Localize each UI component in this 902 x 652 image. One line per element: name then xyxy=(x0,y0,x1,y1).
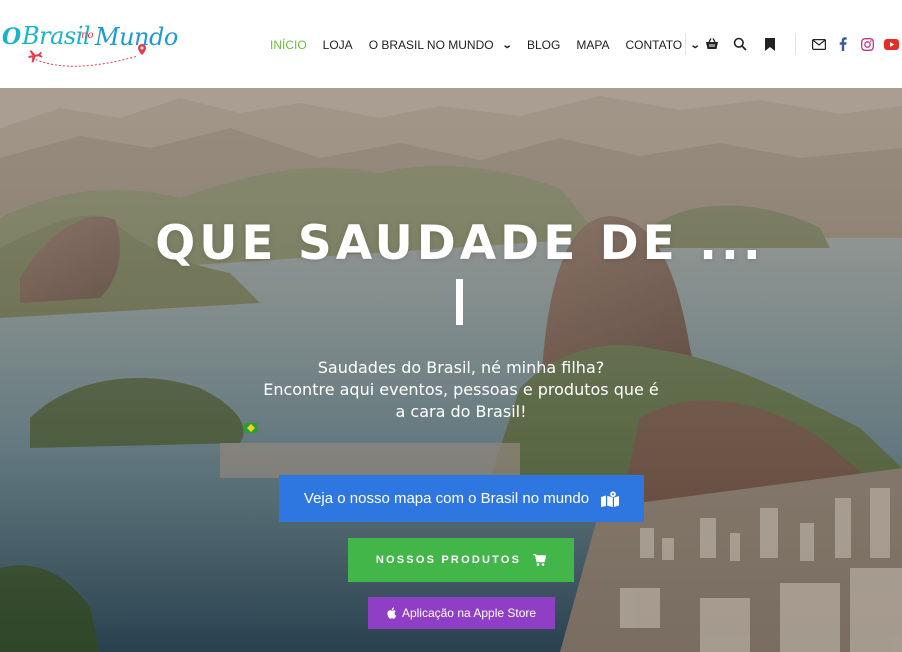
map-button-label: Veja o nosso mapa com o Brasil no mundo xyxy=(303,490,590,507)
typing-cursor xyxy=(456,279,463,325)
basket-icon[interactable] xyxy=(703,35,721,53)
logo-text-no: no xyxy=(81,30,94,41)
apple-store-button-label: Aplicação na Apple Store xyxy=(401,606,537,620)
nav-label-inicio: INÍCIO xyxy=(270,38,307,52)
logo-text-brasil: Brasil xyxy=(22,22,91,50)
nav-divider xyxy=(685,33,686,55)
hero-section: QUE SAUDADE DE ... Saudades do Brasil, n… xyxy=(0,88,902,652)
main-nav: INÍCIO LOJA O BRASIL NO MUNDO ⌄ BLOG MAPA… xyxy=(270,36,701,54)
hero-title: QUE SAUDADE DE ... xyxy=(155,216,765,271)
nav-item-inicio[interactable]: INÍCIO xyxy=(270,38,307,52)
youtube-icon[interactable] xyxy=(882,35,900,53)
products-button-label: NOSSOS PRODUTOS xyxy=(375,554,522,566)
nav-item-o-brasil-no-mundo[interactable]: O BRASIL NO MUNDO ⌄ xyxy=(368,38,513,52)
products-button[interactable]: NOSSOS PRODUTOS xyxy=(348,538,574,582)
hero-subtitle-line: Saudades do Brasil, né minha filha? xyxy=(317,358,605,377)
brazil-flag-icon xyxy=(244,423,258,433)
search-icon[interactable] xyxy=(731,35,749,53)
hero-subtitle-line-with-flag: a cara do Brasil! xyxy=(240,401,682,433)
nav-item-blog[interactable]: BLOG xyxy=(527,38,560,52)
nav-divider xyxy=(795,33,796,55)
nav-item-loja[interactable]: LOJA xyxy=(323,38,353,52)
chevron-down-icon: ⌄ xyxy=(501,39,513,51)
nav-label-contato: CONTATO xyxy=(625,38,683,52)
nav-item-contato[interactable]: CONTATO ⌄ xyxy=(625,38,701,52)
instagram-icon[interactable] xyxy=(858,35,876,53)
nav-label-o-brasil-no-mundo: O BRASIL NO MUNDO xyxy=(368,38,494,52)
map-button[interactable]: Veja o nosso mapa com o Brasil no mundo xyxy=(279,475,644,522)
nav-label-mapa: MAPA xyxy=(576,38,610,52)
nav-item-mapa[interactable]: MAPA xyxy=(576,38,609,52)
bookmark-icon[interactable] xyxy=(761,35,779,53)
facebook-icon[interactable] xyxy=(834,35,852,53)
site-logo[interactable]: O Brasil no Mundo xyxy=(2,20,178,70)
apple-store-button[interactable]: Aplicação na Apple Store xyxy=(368,597,555,629)
nav-label-loja: LOJA xyxy=(322,38,353,52)
hero-subtitle: Saudades do Brasil, né minha filha? Enco… xyxy=(240,357,682,433)
logo-text-o: O xyxy=(2,24,22,50)
hero-subtitle-line: Encontre aqui eventos, pessoas e produto… xyxy=(263,380,659,399)
hero-subtitle-line: a cara do Brasil! xyxy=(395,402,527,421)
cart-icon xyxy=(533,554,547,566)
site-header: O Brasil no Mundo INÍCIO LOJA O BRASIL N… xyxy=(0,0,902,88)
mail-icon[interactable] xyxy=(810,35,828,53)
logo-text-mundo: Mundo xyxy=(95,23,178,51)
apple-icon xyxy=(387,607,397,619)
chevron-down-icon: ⌄ xyxy=(689,39,701,51)
nav-label-blog: BLOG xyxy=(526,38,561,52)
map-marked-icon xyxy=(601,490,620,507)
